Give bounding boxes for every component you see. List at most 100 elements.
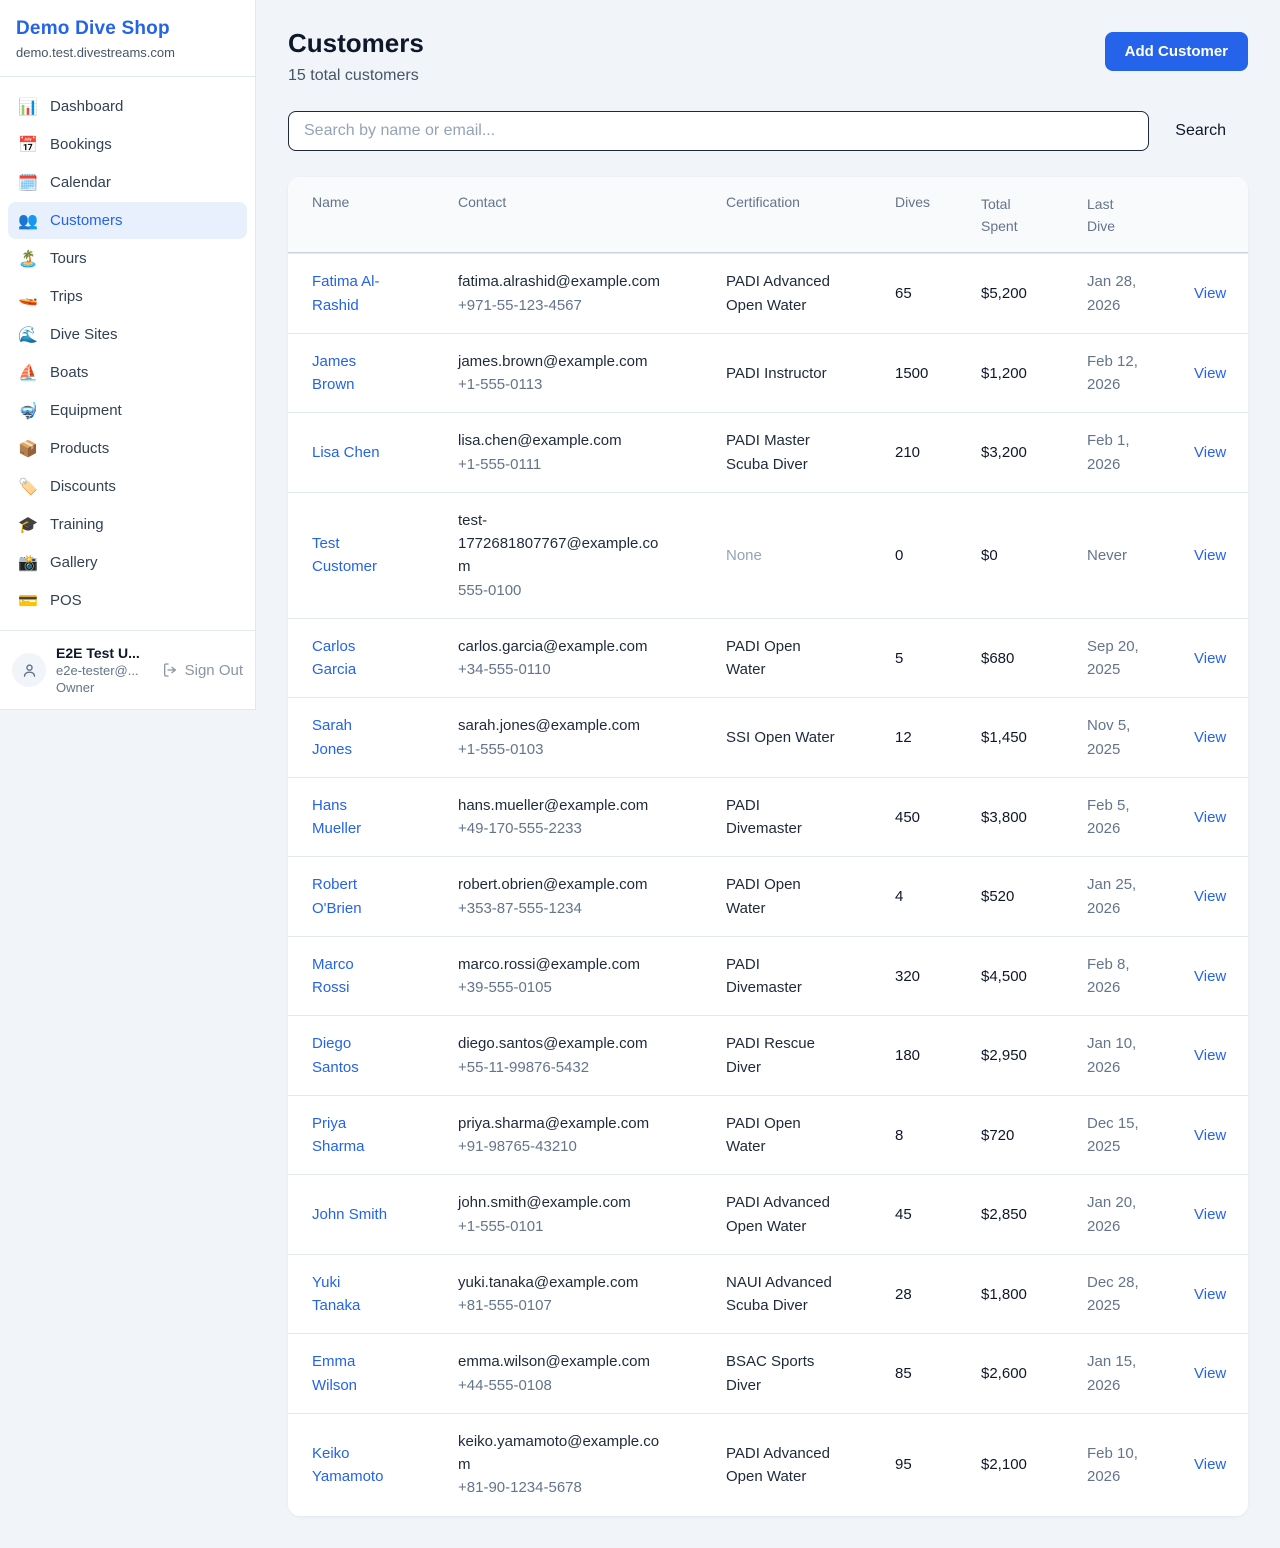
customer-contact: carlos.garcia@example.com +34-555-0110: [458, 635, 674, 682]
view-customer-link[interactable]: View: [1194, 362, 1224, 385]
customer-email: carlos.garcia@example.com: [458, 635, 662, 658]
customer-dives: 320: [895, 965, 981, 988]
view-customer-link[interactable]: View: [1194, 441, 1224, 464]
customer-certification: PADI Open Water: [726, 873, 848, 920]
label-tag-icon: 🏷️: [18, 479, 38, 495]
view-customer-link[interactable]: View: [1194, 1124, 1224, 1147]
customer-contact: fatima.alrashid@example.com +971-55-123-…: [458, 270, 674, 317]
customer-last-dive: Dec 15, 2025: [1087, 1112, 1151, 1159]
customer-total-spent: $0: [981, 544, 1087, 567]
view-customer-link[interactable]: View: [1194, 647, 1224, 670]
view-customer-link[interactable]: View: [1194, 726, 1224, 749]
view-customer-link[interactable]: View: [1194, 806, 1224, 829]
customer-name-link[interactable]: Hans Mueller: [312, 794, 404, 841]
customer-certification: PADI Rescue Diver: [726, 1032, 848, 1079]
credit-card-icon: 💳: [18, 593, 38, 609]
customer-name-link[interactable]: Fatima Al-Rashid: [312, 270, 404, 317]
sidebar-item-calendar[interactable]: 🗓️ Calendar: [8, 164, 247, 201]
sign-out-button[interactable]: Sign Out: [162, 662, 243, 679]
view-customer-link[interactable]: View: [1194, 1283, 1224, 1306]
customer-name-link[interactable]: Lisa Chen: [312, 441, 404, 464]
sidebar-item-pos[interactable]: 💳 POS: [8, 582, 247, 619]
customer-name-link[interactable]: Test Customer: [312, 532, 404, 579]
customer-phone: 555-0100: [458, 579, 662, 602]
people-icon: 👥: [18, 213, 38, 229]
column-header-certification: Certification: [726, 194, 895, 210]
customer-email: emma.wilson@example.com: [458, 1350, 662, 1373]
customer-name-link[interactable]: Diego Santos: [312, 1032, 404, 1079]
view-customer-link[interactable]: View: [1194, 1453, 1224, 1476]
package-icon: 📦: [18, 441, 38, 457]
sidebar-item-bookings[interactable]: 📅 Bookings: [8, 126, 247, 163]
customer-name-link[interactable]: Sarah Jones: [312, 714, 404, 761]
customer-total-spent: $3,200: [981, 441, 1087, 464]
customer-name-link[interactable]: Yuki Tanaka: [312, 1271, 404, 1318]
sidebar-item-gallery[interactable]: 📸 Gallery: [8, 544, 247, 581]
sidebar-item-label: Training: [50, 516, 104, 533]
table-row: Yuki Tanaka yuki.tanaka@example.com +81-…: [288, 1254, 1248, 1334]
customer-phone: +91-98765-43210: [458, 1135, 662, 1158]
customer-last-dive: Feb 5, 2026: [1087, 794, 1151, 841]
view-customer-link[interactable]: View: [1194, 1044, 1224, 1067]
avatar: [12, 653, 46, 687]
add-customer-button[interactable]: Add Customer: [1105, 32, 1248, 71]
sidebar-item-discounts[interactable]: 🏷️ Discounts: [8, 468, 247, 505]
customer-name-link[interactable]: Emma Wilson: [312, 1350, 404, 1397]
sidebar-item-boats[interactable]: ⛵ Boats: [8, 354, 247, 391]
sidebar-item-customers[interactable]: 👥 Customers: [8, 202, 247, 239]
sidebar: Demo Dive Shop demo.test.divestreams.com…: [0, 0, 256, 710]
sidebar-item-trips[interactable]: 🚤 Trips: [8, 278, 247, 315]
view-customer-link[interactable]: View: [1194, 282, 1224, 305]
customer-name-link[interactable]: Carlos Garcia: [312, 635, 404, 682]
sidebar-item-tours[interactable]: 🏝️ Tours: [8, 240, 247, 277]
column-header-total-spent: Total Spent: [981, 194, 1087, 237]
customer-name-link[interactable]: James Brown: [312, 350, 404, 397]
customer-certification: PADI Open Water: [726, 635, 848, 682]
sidebar-item-products[interactable]: 📦 Products: [8, 430, 247, 467]
view-customer-link[interactable]: View: [1194, 1203, 1224, 1226]
customer-last-dive: Feb 1, 2026: [1087, 429, 1151, 476]
search-input[interactable]: [288, 111, 1149, 151]
customer-certification: None: [726, 544, 848, 567]
customer-dives: 450: [895, 806, 981, 829]
customer-name-link[interactable]: Marco Rossi: [312, 953, 404, 1000]
customer-name-link[interactable]: Priya Sharma: [312, 1112, 404, 1159]
view-customer-link[interactable]: View: [1194, 1362, 1224, 1385]
customer-contact: john.smith@example.com +1-555-0101: [458, 1191, 674, 1238]
customer-name-link[interactable]: John Smith: [312, 1203, 404, 1226]
sidebar-item-dive-sites[interactable]: 🌊 Dive Sites: [8, 316, 247, 353]
customer-last-dive: Sep 20, 2025: [1087, 635, 1151, 682]
sidebar-item-dashboard[interactable]: 📊 Dashboard: [8, 88, 247, 125]
customer-contact: priya.sharma@example.com +91-98765-43210: [458, 1112, 674, 1159]
customer-phone: +1-555-0111: [458, 453, 662, 476]
customer-name-link[interactable]: Keiko Yamamoto: [312, 1442, 404, 1489]
user-email: e2e-tester@...: [56, 663, 152, 678]
customer-dives: 45: [895, 1203, 981, 1226]
view-customer-link[interactable]: View: [1194, 885, 1224, 908]
view-customer-link[interactable]: View: [1194, 544, 1224, 567]
customer-total-spent: $3,800: [981, 806, 1087, 829]
customer-phone: +55-11-99876-5432: [458, 1056, 662, 1079]
sidebar-item-training[interactable]: 🎓 Training: [8, 506, 247, 543]
customer-last-dive: Feb 8, 2026: [1087, 953, 1151, 1000]
customer-name-link[interactable]: Robert O'Brien: [312, 873, 404, 920]
page-title: Customers: [288, 28, 424, 59]
column-header-dives: Dives: [895, 194, 981, 210]
customer-email: robert.obrien@example.com: [458, 873, 662, 896]
view-customer-link[interactable]: View: [1194, 965, 1224, 988]
search-button[interactable]: Search: [1175, 122, 1226, 140]
customer-certification: PADI Open Water: [726, 1112, 848, 1159]
customer-certification: PADI Master Scuba Diver: [726, 429, 848, 476]
bar-chart-icon: 📊: [18, 99, 38, 115]
customer-dives: 65: [895, 282, 981, 305]
customer-last-dive: Feb 10, 2026: [1087, 1442, 1151, 1489]
table-row: Fatima Al-Rashid fatima.alrashid@example…: [288, 253, 1248, 333]
user-section: E2E Test U... e2e-tester@... Owner Sign …: [0, 630, 255, 709]
customer-total-spent: $4,500: [981, 965, 1087, 988]
sidebar-item-equipment[interactable]: 🤿 Equipment: [8, 392, 247, 429]
sidebar-item-label: POS: [50, 592, 82, 609]
sidebar-item-label: Equipment: [50, 402, 122, 419]
customers-table: Name Contact Certification Dives Total S…: [288, 177, 1248, 1516]
customer-last-dive: Dec 28, 2025: [1087, 1271, 1151, 1318]
customer-last-dive: Jan 25, 2026: [1087, 873, 1151, 920]
